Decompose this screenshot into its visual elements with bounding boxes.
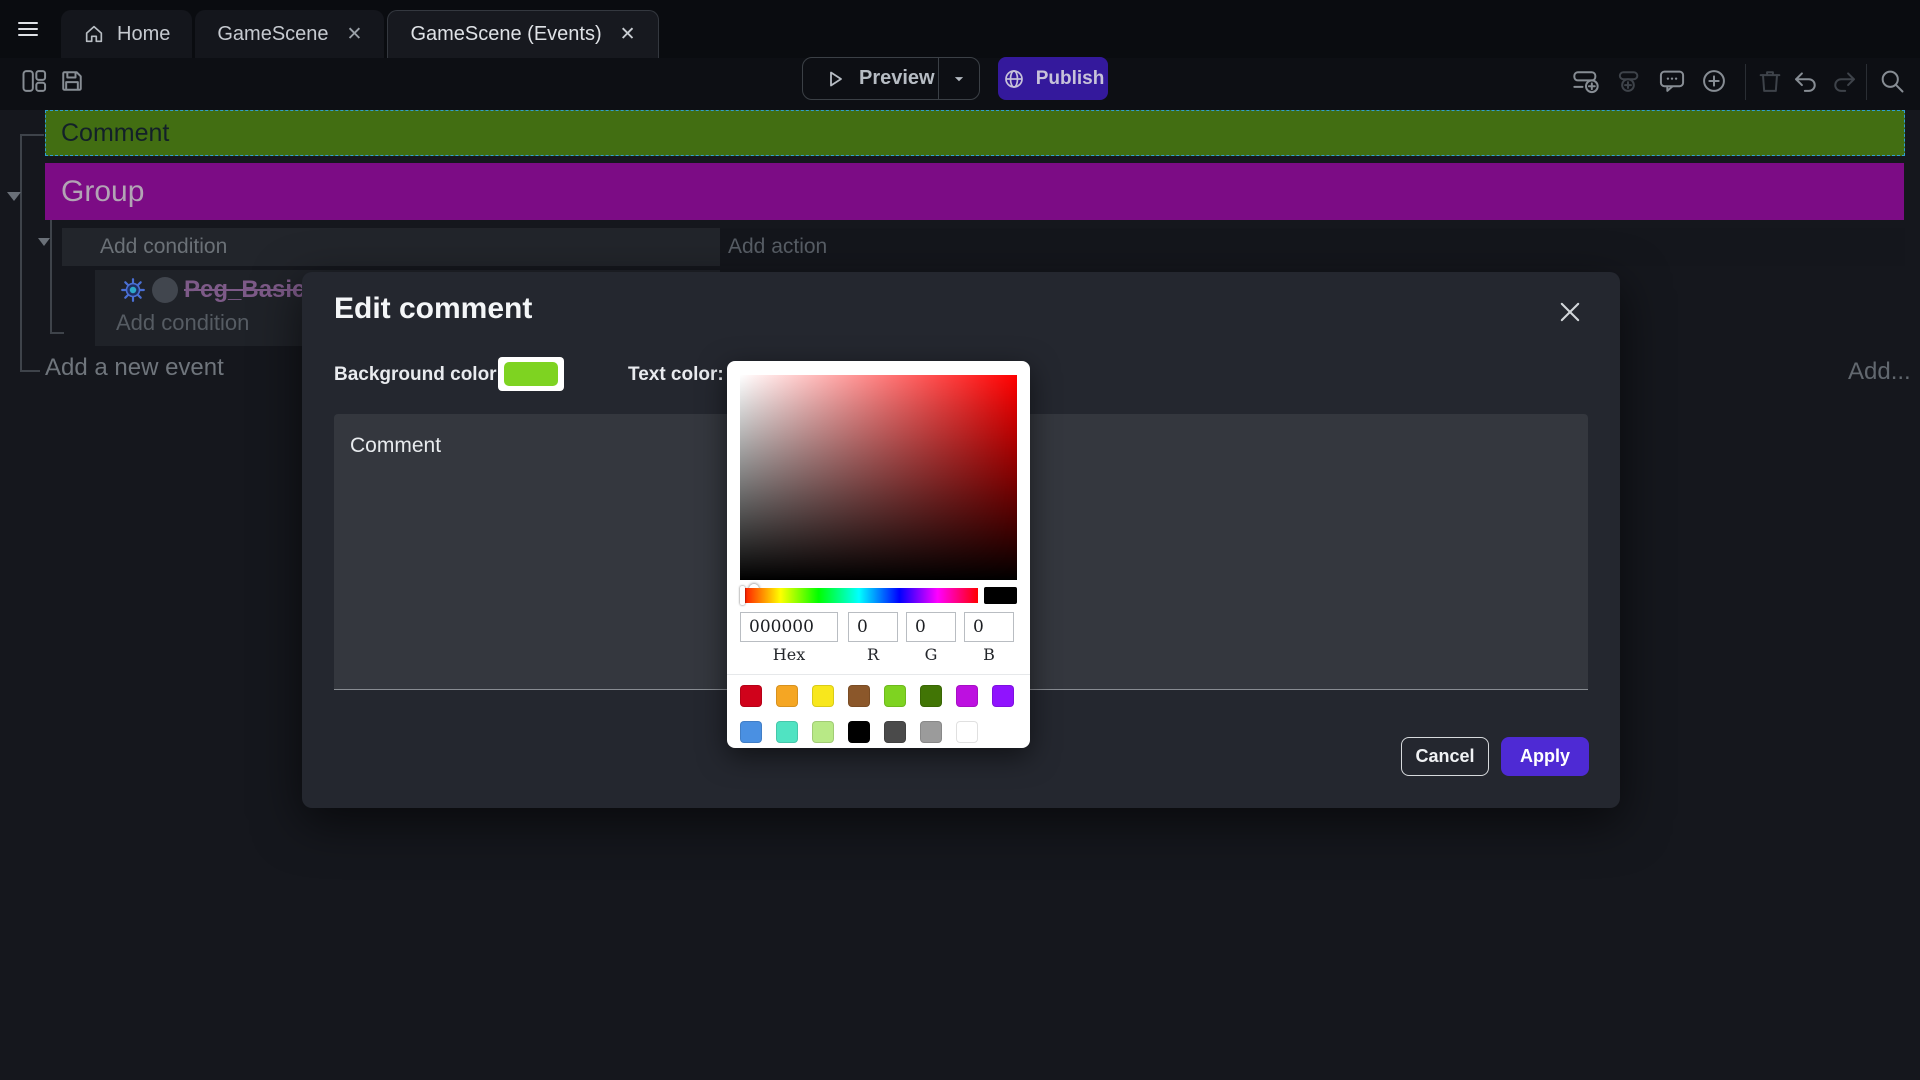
preset-swatch[interactable] [848,721,870,743]
add-more-link[interactable]: Add... [1848,358,1911,386]
cancel-button[interactable]: Cancel [1401,737,1489,776]
tab-gamescene-events[interactable]: GameScene (Events) ✕ [387,10,658,58]
preset-swatch[interactable] [812,721,834,743]
preset-swatch[interactable] [884,721,906,743]
green-label: G [906,645,956,664]
add-action-link[interactable]: Add action [720,228,1905,266]
redo-icon [1830,67,1858,95]
undo-icon[interactable] [1792,67,1820,95]
main-menu-icon[interactable] [14,17,42,41]
tab-close-icon[interactable]: ✕ [347,23,363,46]
events-toolbar: Preview Publish [0,58,1920,110]
add-event-icon[interactable] [1572,67,1600,95]
add-condition-link[interactable]: Add condition [62,228,720,266]
green-input[interactable] [906,612,956,642]
condition-instruction[interactable]: Peg_Basic [95,272,305,308]
add-condition-link[interactable]: Add condition [116,310,249,336]
tab-close-icon[interactable]: ✕ [620,23,636,46]
top-tab-bar: Home GameScene ✕ GameScene (Events) ✕ [0,0,1920,58]
preset-swatch[interactable] [740,685,762,707]
search-icon[interactable] [1878,67,1906,95]
publish-label: Publish [1036,68,1105,90]
background-color-swatch[interactable] [498,357,564,391]
preset-swatch[interactable] [776,721,798,743]
group-event[interactable]: Group [45,163,1904,220]
tree-line [50,332,64,334]
color-picker-popup: Hex R G B [727,361,1030,748]
object-thumbnail [152,277,178,303]
save-icon[interactable] [58,67,86,95]
group-event-text: Group [61,175,144,209]
tree-line [20,134,22,372]
chevron-down-icon [950,70,968,88]
preview-options-button[interactable] [939,70,979,88]
preset-swatch[interactable] [956,721,978,743]
text-color-label: Text color: [628,364,724,386]
delete-icon [1756,67,1784,95]
tab-home[interactable]: Home [61,10,192,58]
comment-event[interactable]: Comment [45,110,1905,156]
tree-line [50,220,52,334]
current-color-preview [984,587,1017,604]
dialog-title: Edit comment [334,292,532,326]
apply-button[interactable]: Apply [1501,737,1589,776]
hex-input[interactable] [740,612,838,642]
close-icon[interactable] [1556,298,1584,326]
object-name: Peg_Basic [184,276,305,304]
behavior-gear-icon [120,277,146,303]
preset-swatch[interactable] [848,685,870,707]
add-subevent-icon [1614,67,1642,95]
red-label: R [848,645,898,664]
preset-swatch[interactable] [884,685,906,707]
blue-label: B [964,645,1014,664]
red-input[interactable] [848,612,898,642]
play-icon [823,67,847,91]
add-new-event-link[interactable]: Add a new event [45,354,224,382]
preset-row-1 [740,685,1014,707]
saturation-field[interactable] [740,375,1017,580]
add-comment-icon[interactable] [1658,67,1686,95]
preset-swatch[interactable] [920,685,942,707]
preset-swatch[interactable] [920,721,942,743]
preset-row-2 [740,721,978,743]
tab-label: Home [117,23,170,46]
comment-event-text: Comment [61,119,169,148]
background-color-label: Background color: [334,364,503,386]
background-color-value [504,362,558,386]
globe-icon [1002,67,1026,91]
preset-swatch[interactable] [740,721,762,743]
tab-label: GameScene (Events) [410,23,601,46]
tab-strip: Home GameScene ✕ GameScene (Events) ✕ [61,10,659,58]
preset-swatch[interactable] [776,685,798,707]
publish-button[interactable]: Publish [998,57,1108,100]
home-icon [83,23,105,45]
toggle-panels-icon[interactable] [20,67,48,95]
preset-swatch[interactable] [992,685,1014,707]
preview-label: Preview [859,67,935,90]
hex-label: Hex [740,645,838,664]
tab-gamescene[interactable]: GameScene ✕ [195,10,384,58]
toolbar-divider [1866,64,1867,100]
picker-divider [727,674,1030,675]
hue-slider-handle[interactable] [740,586,745,605]
blue-input[interactable] [964,612,1014,642]
preset-swatch[interactable] [812,685,834,707]
tree-line [20,134,44,136]
hue-slider[interactable] [740,588,978,603]
collapse-arrow-icon[interactable] [38,238,50,246]
tab-label: GameScene [217,23,328,46]
tree-line [20,370,40,372]
preset-swatch[interactable] [956,685,978,707]
preview-main[interactable]: Preview [803,67,938,91]
choose-event-icon[interactable] [1700,67,1728,95]
collapse-arrow-icon[interactable] [7,192,21,201]
toolbar-divider [1745,64,1746,100]
preview-button[interactable]: Preview [802,57,980,100]
